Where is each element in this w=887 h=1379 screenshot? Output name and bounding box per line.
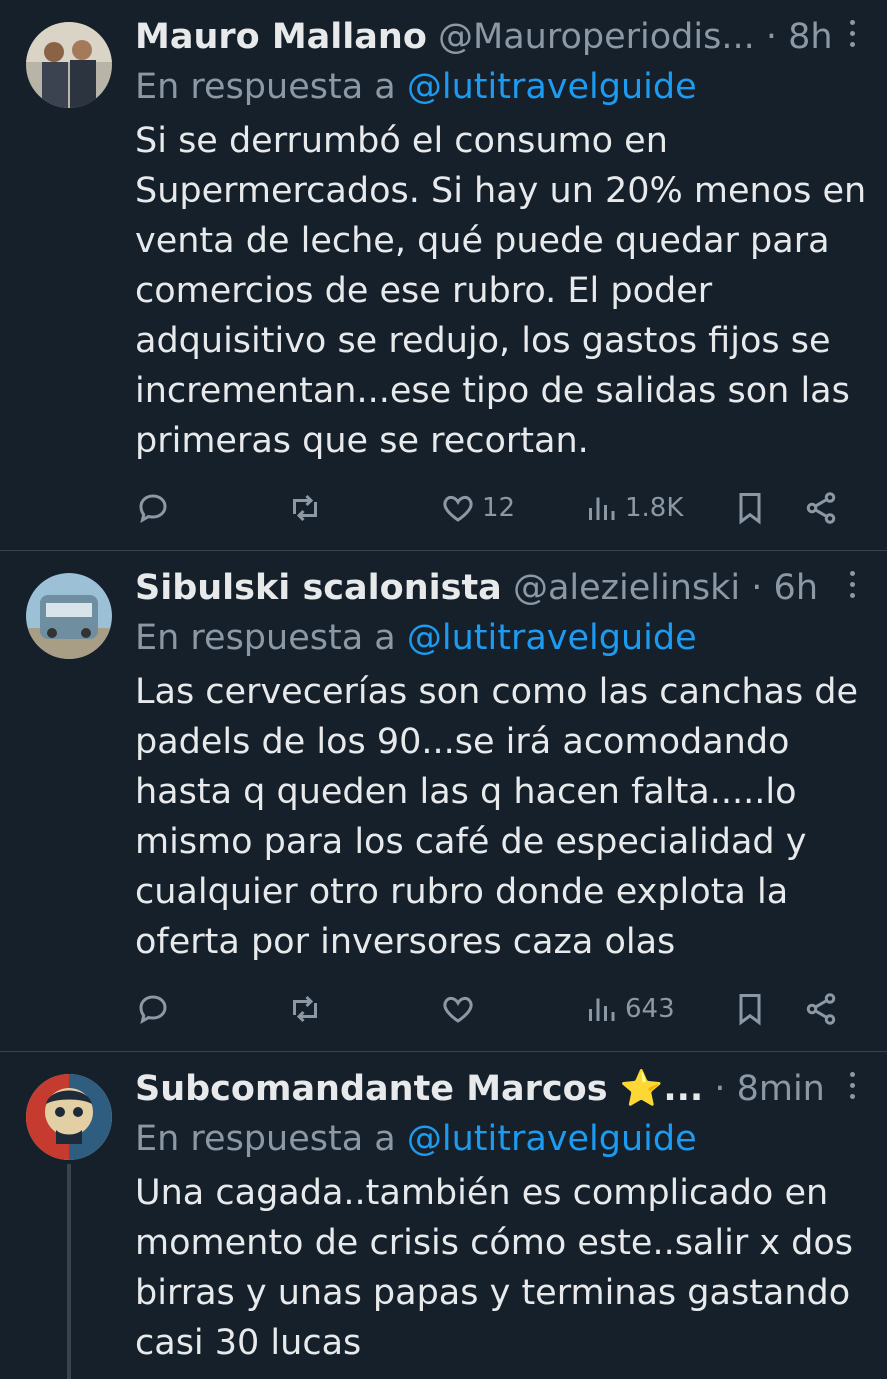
more-options-icon[interactable] — [847, 1072, 857, 1102]
bookmark-icon — [739, 493, 761, 525]
author-handle[interactable]: @Mauroperiodis... — [438, 17, 755, 57]
thread-line — [67, 1164, 71, 1379]
share-icon — [806, 993, 836, 1025]
reply-icon — [139, 995, 167, 1024]
reply-context: En respuesta a @lutitravelguide — [135, 1114, 697, 1164]
reply-mention-link[interactable]: @lutitravelguide — [407, 618, 697, 658]
avatar[interactable] — [26, 22, 112, 108]
share-button[interactable] — [803, 488, 839, 528]
timestamp[interactable]: · 8h — [766, 17, 833, 57]
views-button[interactable]: 1.8K — [583, 488, 683, 528]
bookmark-button[interactable] — [732, 989, 768, 1029]
views-count: 643 — [625, 994, 675, 1024]
timestamp[interactable]: · 6h — [751, 568, 818, 608]
like-count: 12 — [482, 493, 516, 523]
author-handle[interactable]: @alezielinski — [513, 568, 740, 608]
heart-icon — [443, 495, 473, 522]
timestamp[interactable]: · 8min — [714, 1069, 825, 1109]
tweet-header: Subcomandante Marcos ⭐... · 8min — [135, 1064, 867, 1114]
reply-context: En respuesta a @lutitravelguide — [135, 613, 697, 663]
views-button[interactable]: 643 — [583, 989, 675, 1029]
author-name[interactable]: Sibulski scalonista — [135, 568, 502, 608]
tweet-text: Una cagada..también es complicado en mom… — [135, 1173, 854, 1363]
retweet-icon — [293, 494, 317, 522]
reply-prefix: En respuesta a — [135, 1119, 396, 1159]
share-button[interactable] — [803, 989, 839, 1029]
retweet-icon — [293, 995, 317, 1023]
bookmark-button[interactable] — [732, 488, 768, 528]
reply-icon — [139, 494, 167, 523]
tweet-header: Sibulski scalonista @alezielinski · 6h — [135, 563, 867, 613]
reply-button[interactable] — [135, 989, 171, 1029]
reply-button[interactable] — [135, 488, 171, 528]
share-icon — [806, 492, 836, 524]
tweet[interactable]: Subcomandante Marcos ⭐... · 8min En resp… — [0, 1052, 887, 1379]
views-icon — [589, 497, 615, 520]
action-bar: 12 1.8K — [135, 488, 845, 528]
views-icon — [589, 998, 615, 1021]
heart-icon — [443, 996, 473, 1023]
tweet-header: Mauro Mallano @Mauroperiodis... · 8h — [135, 12, 867, 62]
tweet[interactable]: Mauro Mallano @Mauroperiodis... · 8h En … — [0, 0, 887, 550]
reply-mention-link[interactable]: @lutitravelguide — [407, 1119, 697, 1159]
tweet-text: Las cervecerías son como las canchas de … — [135, 672, 859, 962]
avatar[interactable] — [26, 1074, 112, 1160]
reply-prefix: En respuesta a — [135, 618, 396, 658]
retweet-button[interactable] — [287, 989, 323, 1029]
reply-context: En respuesta a @lutitravelguide — [135, 62, 697, 112]
avatar[interactable] — [26, 573, 112, 659]
views-count: 1.8K — [625, 493, 684, 523]
author-name[interactable]: Mauro Mallano — [135, 17, 427, 57]
like-button[interactable] — [440, 989, 482, 1029]
tweet[interactable]: Sibulski scalonista @alezielinski · 6h E… — [0, 551, 887, 1051]
more-options-icon[interactable] — [847, 20, 857, 50]
bookmark-icon — [739, 994, 761, 1026]
retweet-button[interactable] — [287, 488, 323, 528]
action-bar: 643 — [135, 989, 845, 1029]
tweet-text: Si se derrumbó el consumo en Supermercad… — [135, 121, 867, 461]
reply-prefix: En respuesta a — [135, 67, 396, 107]
more-options-icon[interactable] — [847, 571, 857, 601]
author-name[interactable]: Subcomandante Marcos ⭐... — [135, 1069, 703, 1109]
reply-mention-link[interactable]: @lutitravelguide — [407, 67, 697, 107]
like-button[interactable]: 12 — [440, 488, 515, 528]
